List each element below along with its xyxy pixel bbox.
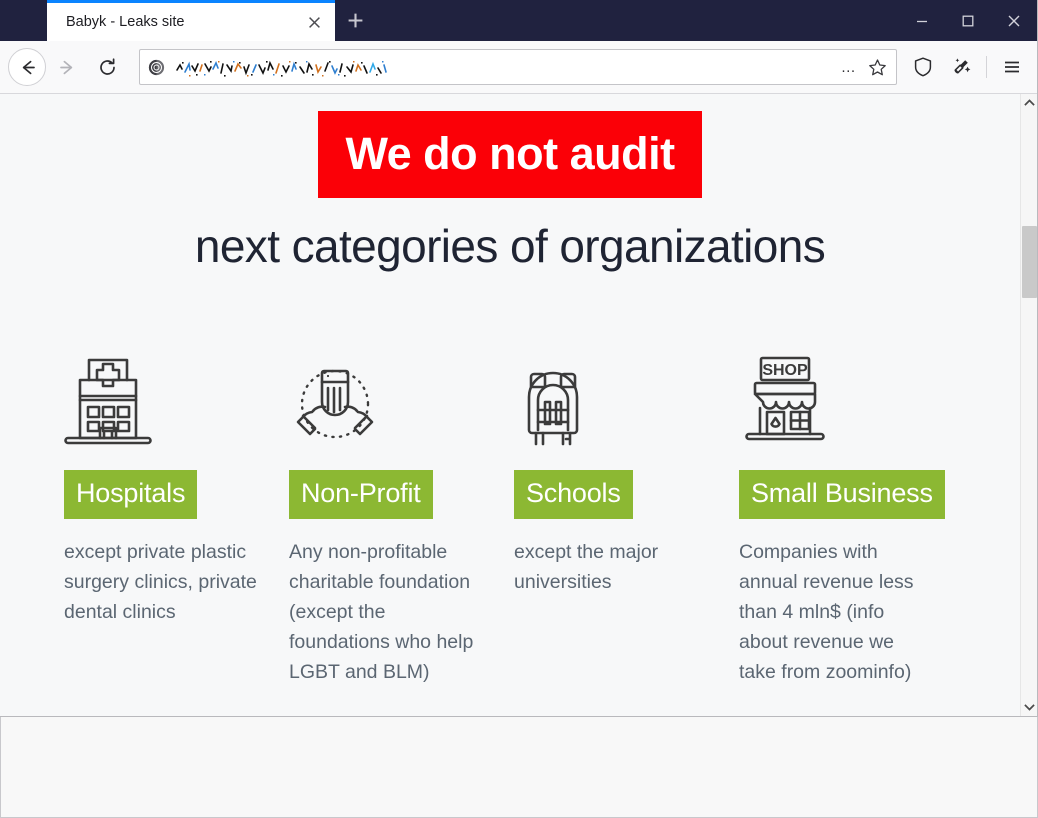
forward-button[interactable] <box>48 48 86 86</box>
desktop-lower-area <box>0 717 1038 818</box>
svg-text:SHOP: SHOP <box>762 362 808 379</box>
category-chip-schools: Schools <box>514 469 633 519</box>
toolbar-right-actions <box>906 50 1029 84</box>
page-banner-heading: We do not audit <box>318 111 702 198</box>
category-chip-small-business: Small Business <box>739 469 945 519</box>
maximize-button[interactable] <box>945 0 991 41</box>
category-description-schools: except the major universities <box>514 540 659 593</box>
shop-icon: SHOP <box>739 347 964 447</box>
category-card-hospitals: Hospitals except private plastic surgery… <box>64 347 289 687</box>
scrollbar-down-arrow-icon[interactable] <box>1021 699 1038 716</box>
page-actions-icon[interactable]: … <box>836 54 862 80</box>
browser-tab-active[interactable]: Babyk - Leaks site <box>47 0 335 41</box>
navigation-toolbar: … <box>0 41 1037 94</box>
category-description-non-profit: Any non-profitable charitable foundation… <box>289 540 474 683</box>
scrollbar-up-arrow-icon[interactable] <box>1021 94 1038 111</box>
close-button[interactable] <box>991 0 1037 41</box>
category-card-small-business: SHOP Small Business Companies with annua… <box>739 347 964 687</box>
title-bar: Babyk - Leaks site <box>0 0 1037 41</box>
url-bar[interactable]: … <box>139 49 897 85</box>
category-card-schools: Schools except the major universities <box>514 347 739 687</box>
url-text-redacted[interactable] <box>173 54 829 80</box>
page-actions-dots: … <box>840 58 858 76</box>
browser-viewport: We do not audit next categories of organ… <box>0 94 1037 716</box>
category-card-list: Hospitals except private plastic surgery… <box>0 347 1020 687</box>
category-description-small-business: Companies with annual revenue less than … <box>739 540 914 683</box>
category-card-non-profit: Non-Profit Any non-profitable charitable… <box>289 347 514 687</box>
hamburger-menu-icon[interactable] <box>995 50 1029 84</box>
onion-icon[interactable] <box>148 59 166 76</box>
category-chip-non-profit: Non-Profit <box>289 469 433 519</box>
backpack-icon <box>514 347 739 447</box>
toolbar-separator <box>986 56 987 78</box>
tab-strip: Babyk - Leaks site <box>47 0 375 41</box>
banner-row: We do not audit <box>0 111 1020 198</box>
back-button[interactable] <box>8 48 46 86</box>
scrollbar-track[interactable] <box>1021 111 1038 699</box>
tab-title: Babyk - Leaks site <box>66 14 185 30</box>
new-identity-broom-icon[interactable] <box>944 50 978 84</box>
shield-icon[interactable] <box>906 50 940 84</box>
vertical-scrollbar[interactable] <box>1020 94 1037 716</box>
window-controls <box>899 0 1037 41</box>
desktop-background: Babyk - Leaks site … We do not audit nex… <box>0 0 1038 818</box>
page-content: We do not audit next categories of organ… <box>0 94 1020 716</box>
helping-hands-icon <box>289 347 514 447</box>
url-bar-actions: … <box>836 54 890 80</box>
tab-close-icon[interactable] <box>303 11 325 33</box>
new-tab-button[interactable] <box>335 0 375 41</box>
hospital-icon <box>64 347 289 447</box>
bookmark-star-icon[interactable] <box>864 54 890 80</box>
scrollbar-thumb[interactable] <box>1021 226 1037 298</box>
minimize-button[interactable] <box>899 0 945 41</box>
browser-window: Babyk - Leaks site … We do not audit nex… <box>0 0 1038 717</box>
reload-button[interactable] <box>88 48 126 86</box>
category-description-hospitals: except private plastic surgery clinics, … <box>64 540 257 623</box>
page-subheading: next categories of organizations <box>194 220 826 272</box>
category-chip-hospitals: Hospitals <box>64 469 198 519</box>
